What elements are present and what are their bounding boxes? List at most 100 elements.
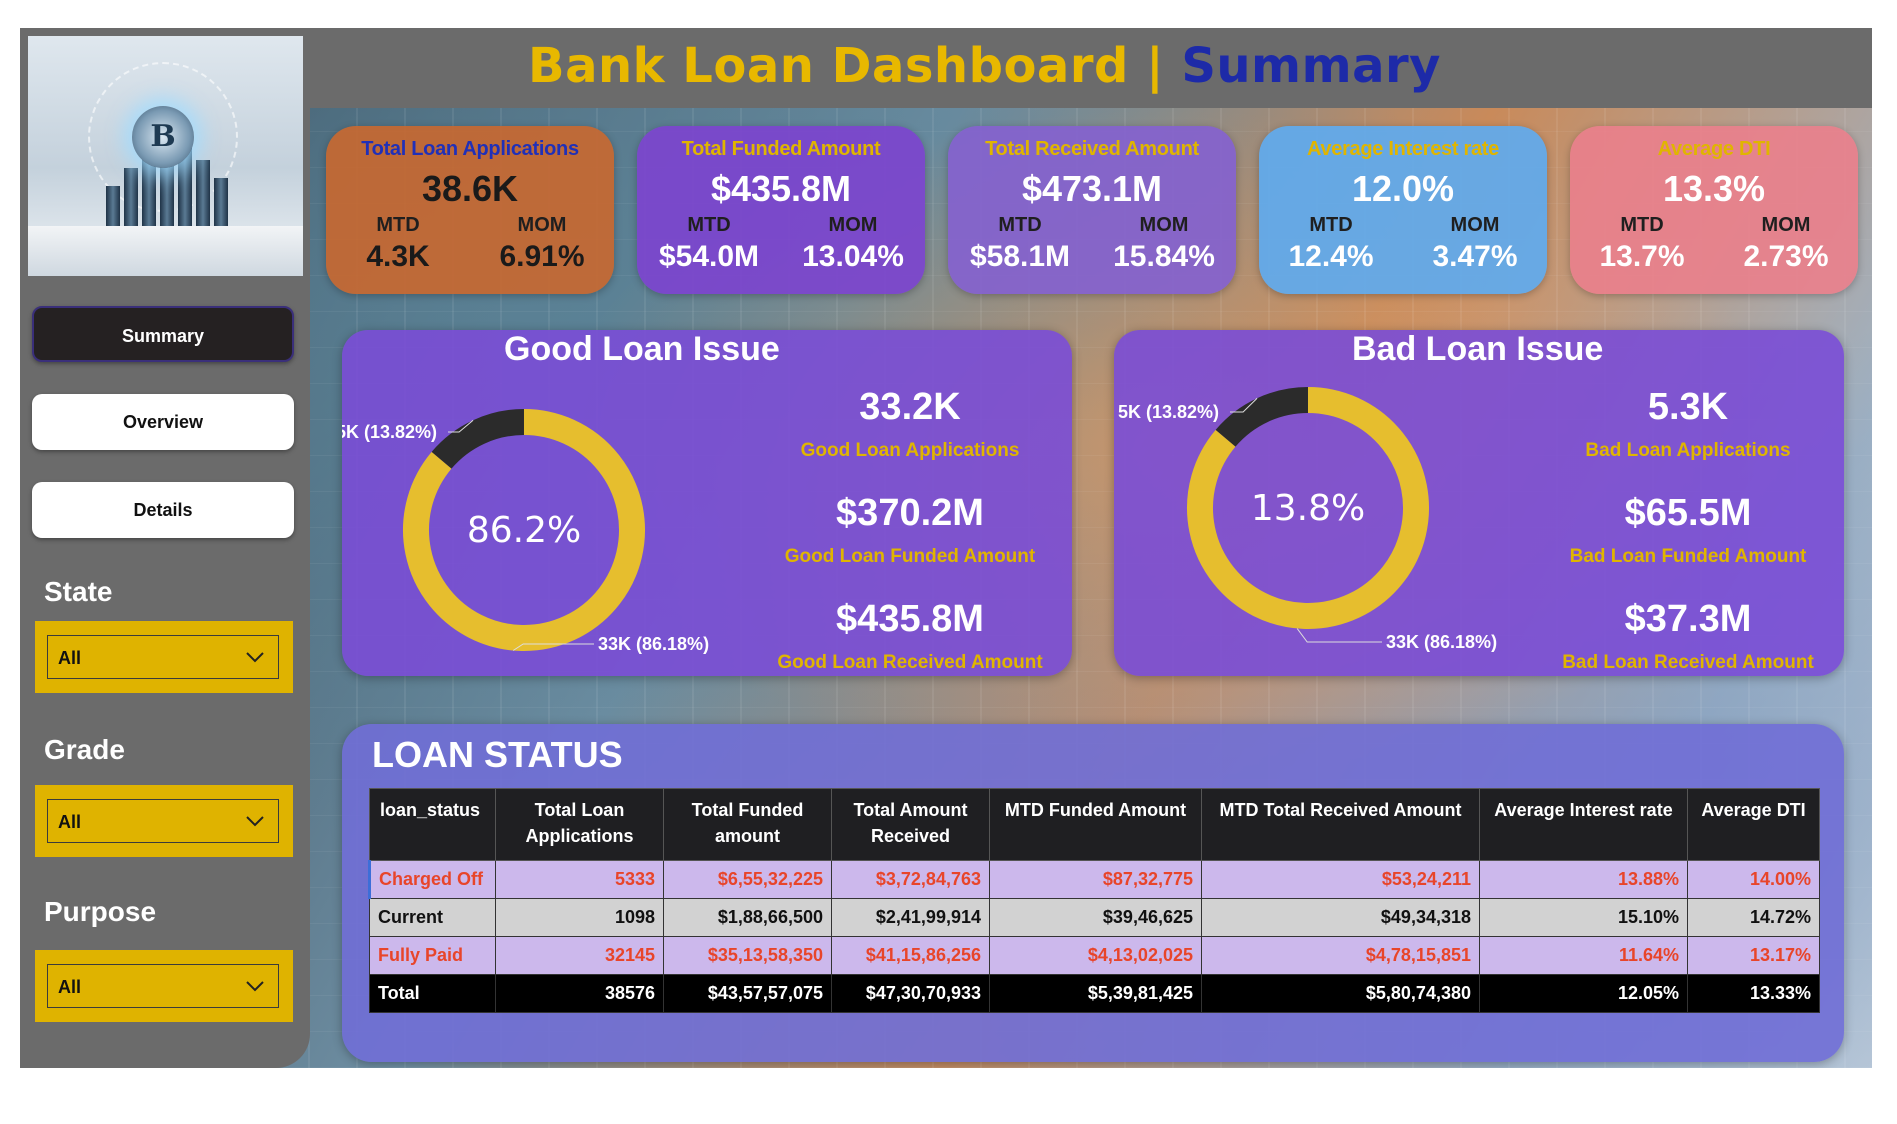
column-header[interactable]: Average DTI [1687,788,1820,861]
kpi-mtd-label: MTD [1620,214,1664,236]
donut-label-small-slice: 5K (13.82%) [342,422,437,442]
kpi-title: Average Interest rate [1307,138,1499,160]
table-cell: 14.00% [1687,860,1820,899]
chevron-down-icon [246,652,264,663]
donut-slice-bad-loan[interactable] [1215,387,1309,447]
kpi-mtd-label: MTD [998,214,1042,236]
kpi-mom-value: 3.47% [1432,240,1518,273]
state-slicer: All [35,621,293,693]
grade-slicer: All [35,785,293,857]
kpi-card-average-interest-rate: Average Interest rate 12.0% MTD MOM 12.4… [1259,126,1547,294]
table-cell: 13.33% [1687,974,1820,1013]
bad-loan-applications-value: 5.3K [1647,386,1729,428]
nav-overview-button[interactable]: Overview [32,394,294,450]
table-cell: 14.72% [1687,898,1820,937]
table-row[interactable]: Charged Off 5333 $6,55,32,225 $3,72,84,7… [368,860,1820,899]
bad-loan-funded-label: Bad Loan Funded Amount [1569,546,1807,567]
purpose-filter-label: Purpose [44,896,157,927]
donut-slice-bad-loan[interactable] [431,409,525,469]
kpi-mtd-value: 4.3K [366,240,430,273]
kpi-mtd-value: $54.0M [658,240,760,273]
kpi-mom-label: MOM [1139,214,1189,236]
table-row[interactable]: Fully Paid 32145 $35,13,58,350 $41,15,86… [369,936,1820,975]
state-dropdown[interactable]: All [47,635,279,679]
kpi-mom-label: MOM [1761,214,1811,236]
good-loan-received-label: Good Loan Received Amount [777,652,1043,673]
column-header[interactable]: MTD Total Received Amount [1201,788,1480,861]
state-dropdown-value: All [58,648,82,668]
table-cell: 32145 [495,936,664,975]
column-header[interactable]: MTD Funded Amount [989,788,1202,861]
table-cell: $2,41,99,914 [831,898,990,937]
donut-center-label: 86.2% [467,510,581,551]
kpi-mom-value: 13.04% [802,240,904,273]
bad-loan-received-label: Bad Loan Received Amount [1562,652,1814,673]
table-cell: $5,80,74,380 [1201,974,1480,1013]
good-loan-applications-value: 33.2K [859,386,961,428]
table-cell: Fully Paid [369,936,496,975]
grade-dropdown[interactable]: All [47,799,279,843]
good-loan-funded-label: Good Loan Funded Amount [784,546,1036,567]
table-cell: $43,57,57,075 [663,974,832,1013]
column-header[interactable]: Total Loan Applications [495,788,664,861]
kpi-value: $435.8M [710,168,852,209]
table-cell: 15.10% [1479,898,1688,937]
purpose-dropdown[interactable]: All [47,964,279,1008]
column-header[interactable]: Total Funded amount [663,788,832,861]
table-cell: $6,55,32,225 [663,860,832,899]
table-total-row[interactable]: Total 38576 $43,57,57,075 $47,30,70,933 … [369,974,1820,1013]
column-header[interactable]: Total Amount Received [831,788,990,861]
kpi-card-total-loan-applications: Total Loan Applications 38.6K MTD MOM 4.… [326,126,614,294]
table-row[interactable]: Current 1098 $1,88,66,500 $2,41,99,914 $… [369,898,1820,937]
table-cell: $4,13,02,025 [989,936,1202,975]
page-title-main: Bank Loan Dashboard | [528,38,1165,94]
table-cell: $41,15,86,256 [831,936,990,975]
good-loan-panel: 86.2% 5K (13.82%) 33K (86.18%) Good Loan I… [342,330,1072,676]
loan-status-title: LOAN STATUS [372,734,623,775]
kpi-mom-label: MOM [1450,214,1500,236]
table-cell: 11.64% [1479,936,1688,975]
kpi-card-average-dti: Average DTI 13.3% MTD MOM 13.7% 2.73% [1570,126,1858,294]
kpi-card-total-funded-amount: Total Funded Amount $435.8M MTD MOM $54.… [637,126,925,294]
good-loan-funded-value: $370.2M [836,492,984,534]
kpi-mtd-value: $58.1M [969,240,1071,273]
kpi-mtd-value: 13.7% [1599,240,1685,273]
table-cell: 5333 [495,860,664,899]
column-header[interactable]: Average Interest rate [1479,788,1688,861]
kpi-title: Total Received Amount [985,138,1199,160]
bad-loan-title: Bad Loan Issue [1352,330,1604,368]
kpi-value: 13.3% [1662,168,1766,209]
donut-label-large-slice: 33K (86.18%) [598,634,709,654]
good-loan-applications-label: Good Loan Applications [800,440,1020,461]
kpi-value: $473.1M [1021,168,1163,209]
bad-loan-panel: 13.8% 5K (13.82%) 33K (86.18%) Bad Loan Is… [1114,330,1844,676]
nav-details-button[interactable]: Details [32,482,294,538]
kpi-mom-value: 15.84% [1113,240,1215,273]
table-cell: 12.05% [1479,974,1688,1013]
table-cell: 38576 [495,974,664,1013]
kpi-value: 12.0% [1351,168,1455,209]
bad-loan-applications-label: Bad Loan Applications [1585,440,1791,461]
table-cell: $53,24,211 [1201,860,1480,899]
table-cell: $47,30,70,933 [831,974,990,1013]
purpose-slicer: All [35,950,293,1022]
page-title: Bank Loan Dashboard | Summary [528,38,1441,94]
table-cell: $4,78,15,851 [1201,936,1480,975]
donut-label-small-slice: 5K (13.82%) [1118,402,1219,422]
nav-summary-button[interactable]: Summary [32,306,294,362]
purpose-dropdown-value: All [58,977,82,997]
good-loan-title: Good Loan Issue [504,330,780,368]
kpi-mom-label: MOM [828,214,878,236]
column-header[interactable]: loan_status [369,788,496,861]
table-cell: $3,72,84,763 [831,860,990,899]
donut-center-label: 13.8% [1251,488,1365,529]
kpi-value: 38.6K [421,168,519,209]
donut-label-large-slice: 33K (86.18%) [1386,632,1497,652]
kpi-title: Total Loan Applications [361,138,579,160]
page-title-section: Summary [1181,38,1441,94]
table-cell: $1,88,66,500 [663,898,832,937]
table-cell: $39,46,625 [989,898,1202,937]
bad-loan-funded-value: $65.5M [1624,492,1752,534]
kpi-mtd-label: MTD [1309,214,1353,236]
chevron-down-icon [246,816,264,827]
